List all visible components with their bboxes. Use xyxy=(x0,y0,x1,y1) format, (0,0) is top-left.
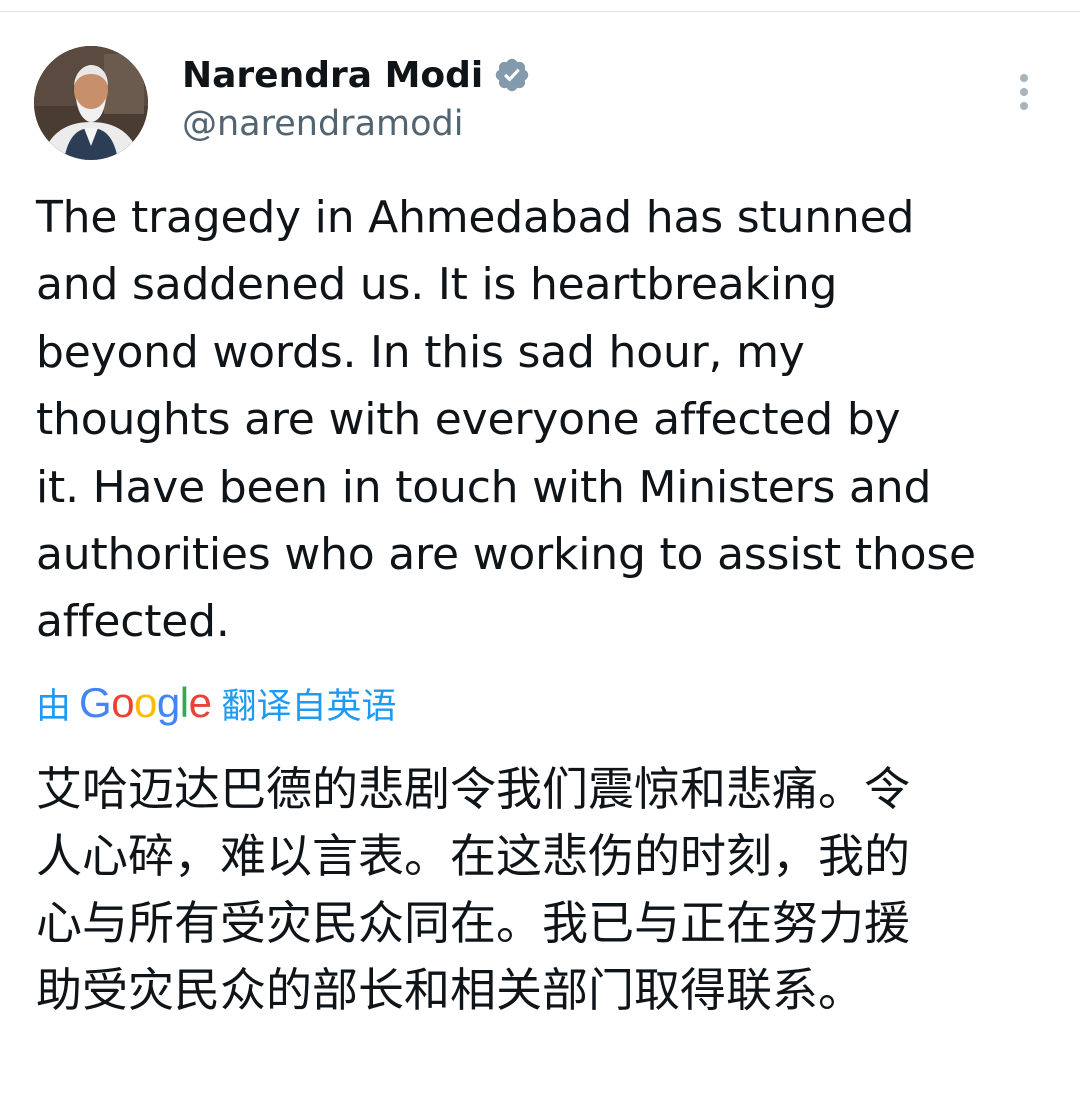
translation-attribution[interactable]: 由 Google 翻译自英语 xyxy=(36,676,396,730)
display-name[interactable]: Narendra Modi xyxy=(182,55,483,96)
translated-text: 艾哈迈达巴德的悲剧令我们震惊和悲痛。令 人心碎，难以言表。在这悲伤的时刻，我的 … xyxy=(36,756,1056,1024)
google-logo: Google xyxy=(79,679,212,726)
post-text-line: affected. xyxy=(36,596,230,648)
translated-text-line: 心与所有受灾民众同在。我已与正在努力援 xyxy=(36,896,910,950)
translation-prefix: 由 xyxy=(36,686,72,727)
post-text: The tragedy in Ahmedabad has stunned and… xyxy=(36,184,1056,656)
top-divider xyxy=(0,11,1080,12)
post-text-line: The tragedy in Ahmedabad has stunned xyxy=(36,192,915,243)
translation-suffix: 翻译自英语 xyxy=(221,686,397,727)
translated-text-line: 艾哈迈达巴德的悲剧令我们震惊和悲痛。令 xyxy=(36,762,910,816)
post-text-line: beyond words. In this sad hour, my xyxy=(36,326,805,378)
translated-text-line: 人心碎，难以言表。在这悲伤的时刻，我的 xyxy=(36,829,910,883)
avatar-photo xyxy=(34,46,148,160)
post-text-line: thoughts are with everyone affected by xyxy=(36,394,901,446)
more-vertical-icon xyxy=(1020,74,1028,110)
author-name-row: Narendra Modi xyxy=(182,50,531,100)
post-text-line: authorities who are working to assist th… xyxy=(36,529,976,581)
post-text-line: it. Have been in touch with Ministers an… xyxy=(36,461,932,513)
verified-badge-icon[interactable] xyxy=(493,56,531,94)
more-options-button[interactable] xyxy=(1004,70,1044,114)
post-text-line: and saddened us. It is heartbreaking xyxy=(36,259,838,311)
author-handle[interactable]: @narendramodi xyxy=(182,104,463,144)
translated-text-line: 助受灾民众的部长和相关部门取得联系。 xyxy=(36,963,864,1017)
avatar[interactable] xyxy=(34,46,148,160)
